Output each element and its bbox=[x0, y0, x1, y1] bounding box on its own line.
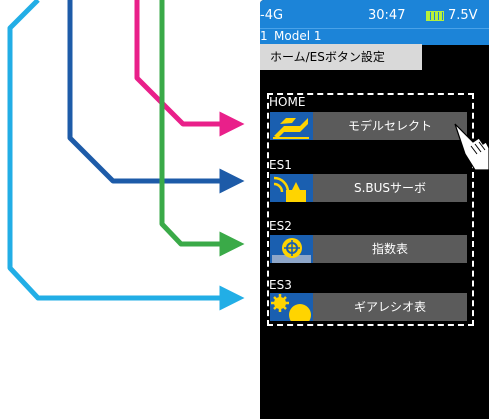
arrow-es3 bbox=[7, 0, 245, 311]
callout-arrows bbox=[7, 0, 245, 311]
arrow-home bbox=[134, 0, 245, 137]
